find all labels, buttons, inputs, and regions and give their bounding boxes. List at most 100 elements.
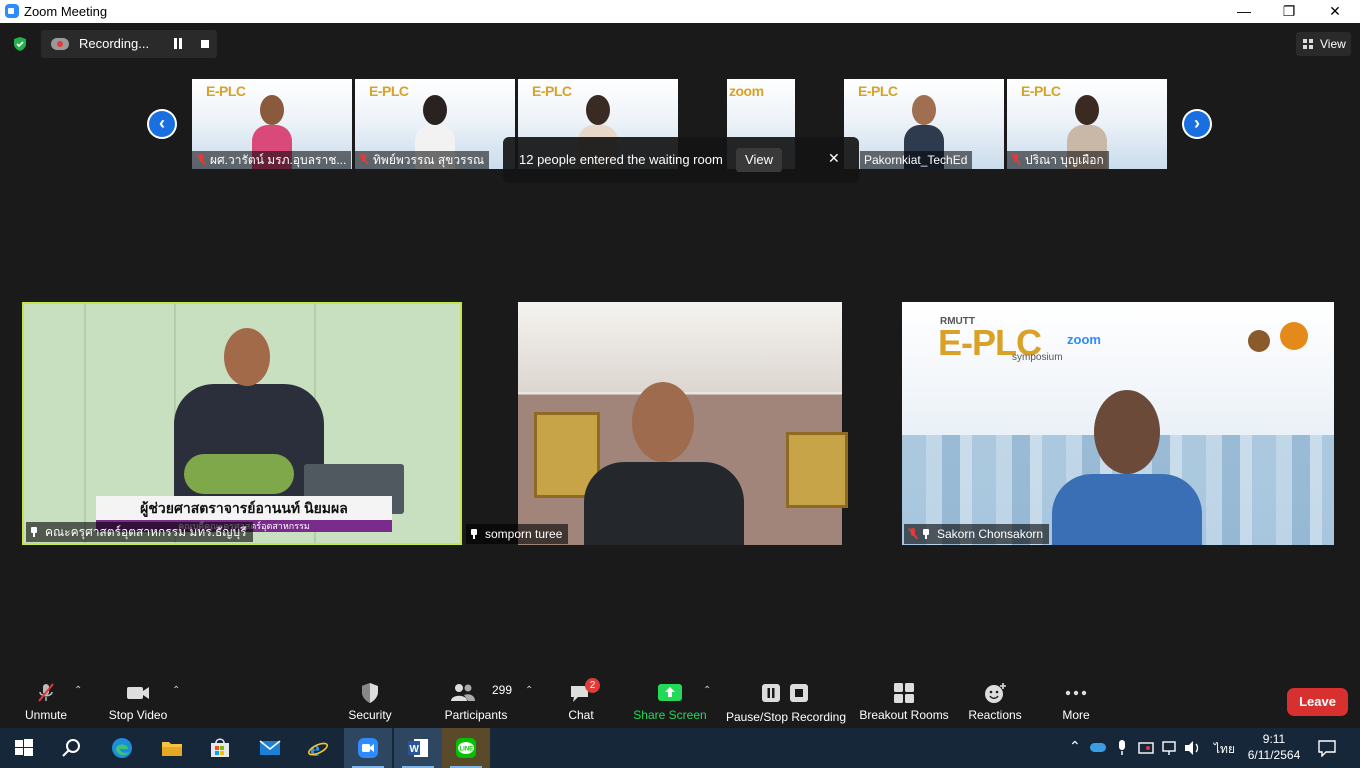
participant-name: Pakornkiat_TechEd [860, 151, 973, 169]
audio-options-caret[interactable]: ⌃ [74, 685, 82, 696]
participant-video [1052, 474, 1202, 545]
file-explorer-icon [162, 742, 182, 756]
video-tile[interactable]: RMUTT E-PLC symposium zoom Sakorn Chonsa… [902, 302, 1334, 545]
reactions-smiley-icon [985, 683, 1006, 703]
event-brand-sub: symposium [1012, 352, 1063, 363]
participants-button[interactable]: 299 Participants [440, 675, 512, 728]
video-tile[interactable]: somporn turee [464, 302, 900, 545]
faculty-seal-icon [1280, 322, 1308, 350]
thumbnail-brand: E-PLC [369, 83, 409, 99]
pin-icon [470, 529, 478, 539]
system-tray: ⌃ [1066, 728, 1206, 768]
taskbar-zoom[interactable] [344, 728, 392, 768]
thumbnail-brand: E-PLC [532, 83, 572, 99]
ie-icon: e [307, 737, 329, 759]
minimize-button[interactable]: — [1221, 0, 1267, 23]
leave-button[interactable]: Leave [1287, 688, 1348, 716]
line-icon: LINE [456, 738, 476, 758]
taskbar-clock[interactable]: 9:11 6/11/2564 [1244, 731, 1304, 763]
breakout-rooms-icon [894, 683, 914, 703]
taskbar-internet-explorer[interactable]: e [294, 728, 342, 768]
university-seal-icon [1248, 330, 1270, 352]
mic-muted-icon [359, 154, 369, 165]
maximize-button[interactable]: ❐ [1266, 0, 1312, 23]
title-bar: Zoom Meeting — ❐ ✕ [0, 0, 1360, 23]
taskbar-mail[interactable] [246, 728, 294, 768]
more-dots-icon [1065, 690, 1087, 696]
zoom-icon [358, 738, 378, 758]
input-language[interactable]: ไทย [1214, 740, 1235, 759]
mic-muted-icon [196, 154, 206, 165]
taskbar-line[interactable]: LINE [442, 728, 490, 768]
taskbar-file-explorer[interactable] [148, 728, 196, 768]
mail-icon [259, 740, 281, 755]
meeting-toolbar: Unmute ⌃ Stop Video ⌃ Security 299 Parti… [0, 675, 1360, 728]
cloud-recording-icon [51, 38, 69, 50]
video-tile-active-speaker[interactable]: ผู้ช่วยศาสตราจารย์อานนท์ นิยมผล คณบดีคณะ… [22, 302, 462, 545]
recording-label: Recording... [79, 36, 150, 51]
notifications-icon[interactable] [1318, 739, 1336, 757]
stop-video-button[interactable]: Stop Video [104, 675, 172, 728]
windows-start-icon [15, 739, 33, 756]
chat-badge: 2 [585, 678, 600, 693]
view-waiting-room-button[interactable]: View [736, 148, 782, 172]
pause-recording-icon[interactable] [173, 38, 183, 49]
chevron-left-icon: ‹ [149, 111, 175, 137]
store-icon [211, 738, 229, 757]
meeting-area: Recording... View ‹ › E-PLC ผศ.วารัตน์ ม… [0, 23, 1360, 675]
security-shield-icon[interactable] [12, 36, 28, 52]
taskbar-edge[interactable] [98, 728, 146, 768]
chevron-right-icon: › [1184, 111, 1210, 137]
start-button[interactable] [0, 728, 48, 768]
video-options-caret[interactable]: ⌃ [172, 685, 180, 696]
zoom-word-logo: zoom [1067, 332, 1101, 347]
share-screen-icon [658, 684, 682, 701]
word-icon: W [408, 739, 428, 757]
share-options-caret[interactable]: ⌃ [703, 685, 711, 696]
taskbar-word[interactable]: W [394, 728, 442, 768]
thumbnail-tile[interactable]: E-PLC ทิพย์พวรรณ สุขวรรณ [355, 79, 515, 169]
network-icon[interactable] [1162, 740, 1180, 756]
security-button[interactable]: Security [340, 675, 400, 728]
participant-name: Sakorn Chonsakorn [904, 524, 1050, 544]
more-button[interactable]: More [1050, 675, 1102, 728]
participant-name: somporn turee [466, 524, 569, 544]
video-camera-icon [127, 687, 149, 699]
next-page-button[interactable]: › [1182, 109, 1212, 139]
reactions-button[interactable]: Reactions [964, 675, 1026, 728]
participant-name: คณะครุศาสตร์อุตสาหกรรม มทร.ธัญบุรี [26, 522, 253, 542]
pause-stop-recording-icon [762, 684, 808, 702]
onedrive-cloud-icon[interactable] [1090, 743, 1106, 752]
thumbnail-tile[interactable]: E-PLC ผศ.วารัตน์ มรภ.อุบลราช... [192, 79, 352, 169]
participant-name: ผศ.วารัตน์ มรภ.อุบลราช... [192, 151, 352, 169]
participants-options-caret[interactable]: ⌃ [525, 685, 533, 696]
microphone-tray-icon[interactable] [1116, 740, 1128, 756]
breakout-rooms-button[interactable]: Breakout Rooms [858, 675, 950, 728]
recording-indicator: Recording... [41, 30, 217, 58]
close-notification-icon[interactable]: ✕ [828, 150, 840, 167]
view-label: View [1320, 37, 1346, 51]
thumbnail-tile[interactable]: E-PLC Pakornkiat_TechEd [844, 79, 1004, 169]
stop-recording-icon[interactable] [201, 40, 209, 48]
thumbnail-brand: E-PLC [1021, 83, 1061, 99]
pause-stop-recording-button[interactable]: Pause/Stop Recording [724, 675, 848, 728]
thumbnail-brand: E-PLC [206, 83, 246, 99]
share-screen-button[interactable]: Share Screen [630, 675, 710, 728]
show-hidden-icons-chevron-icon[interactable]: ⌃ [1069, 738, 1081, 755]
thumbnail-tile[interactable]: E-PLC ปริณา บุญเผือก [1007, 79, 1167, 169]
clock-time: 9:11 [1262, 732, 1286, 746]
unmute-button[interactable]: Unmute [14, 675, 78, 728]
close-window-button[interactable]: ✕ [1312, 0, 1358, 23]
windows-taskbar: e W LINE ⌃ ไทย 9:11 6/11/2564 [0, 728, 1360, 768]
taskbar-search-button[interactable] [48, 728, 96, 768]
svg-text:LINE: LINE [460, 747, 474, 753]
chat-button[interactable]: 2 Chat [556, 675, 606, 728]
taskbar-store[interactable] [196, 728, 244, 768]
participant-video [584, 462, 744, 545]
webcam-tray-icon[interactable] [1138, 740, 1154, 756]
waiting-room-notification: 12 people entered the waiting room View … [503, 137, 859, 183]
volume-icon[interactable] [1184, 740, 1202, 756]
view-button[interactable]: View [1296, 32, 1351, 56]
previous-page-button[interactable]: ‹ [147, 109, 177, 139]
mic-muted-icon [1011, 154, 1021, 165]
